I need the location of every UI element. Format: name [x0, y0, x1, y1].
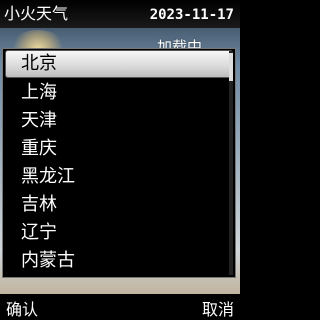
- softkey-bar: 确认 取消: [0, 294, 240, 320]
- city-option-heilongjiang[interactable]: 黑龙江: [3, 163, 235, 191]
- weather-app-screen: 小火天气 2023-11-17 加载中…… 北京 上海 天津 重庆 黑龙江 吉林…: [0, 0, 240, 320]
- city-option-neimenggu[interactable]: 内蒙古: [3, 247, 235, 275]
- city-option-chongqing[interactable]: 重庆: [3, 135, 235, 163]
- city-option-beijing[interactable]: 北京: [5, 50, 233, 78]
- cancel-softkey[interactable]: 取消: [202, 296, 234, 320]
- city-option-jilin[interactable]: 吉林: [3, 191, 235, 219]
- scrollbar-thumb[interactable]: [229, 53, 233, 81]
- title-bar: 小火天气 2023-11-17: [0, 0, 240, 28]
- date-display: 2023-11-17: [149, 7, 234, 23]
- scrollbar-track[interactable]: [229, 51, 233, 275]
- city-option-liaoning[interactable]: 辽宁: [3, 219, 235, 247]
- app-title: 小火天气: [4, 4, 69, 23]
- city-option-tianjin[interactable]: 天津: [3, 107, 235, 135]
- confirm-softkey[interactable]: 确认: [6, 296, 38, 320]
- city-selector-list[interactable]: 北京 上海 天津 重庆 黑龙江 吉林 辽宁 内蒙古: [2, 48, 236, 278]
- city-option-shanghai[interactable]: 上海: [3, 79, 235, 107]
